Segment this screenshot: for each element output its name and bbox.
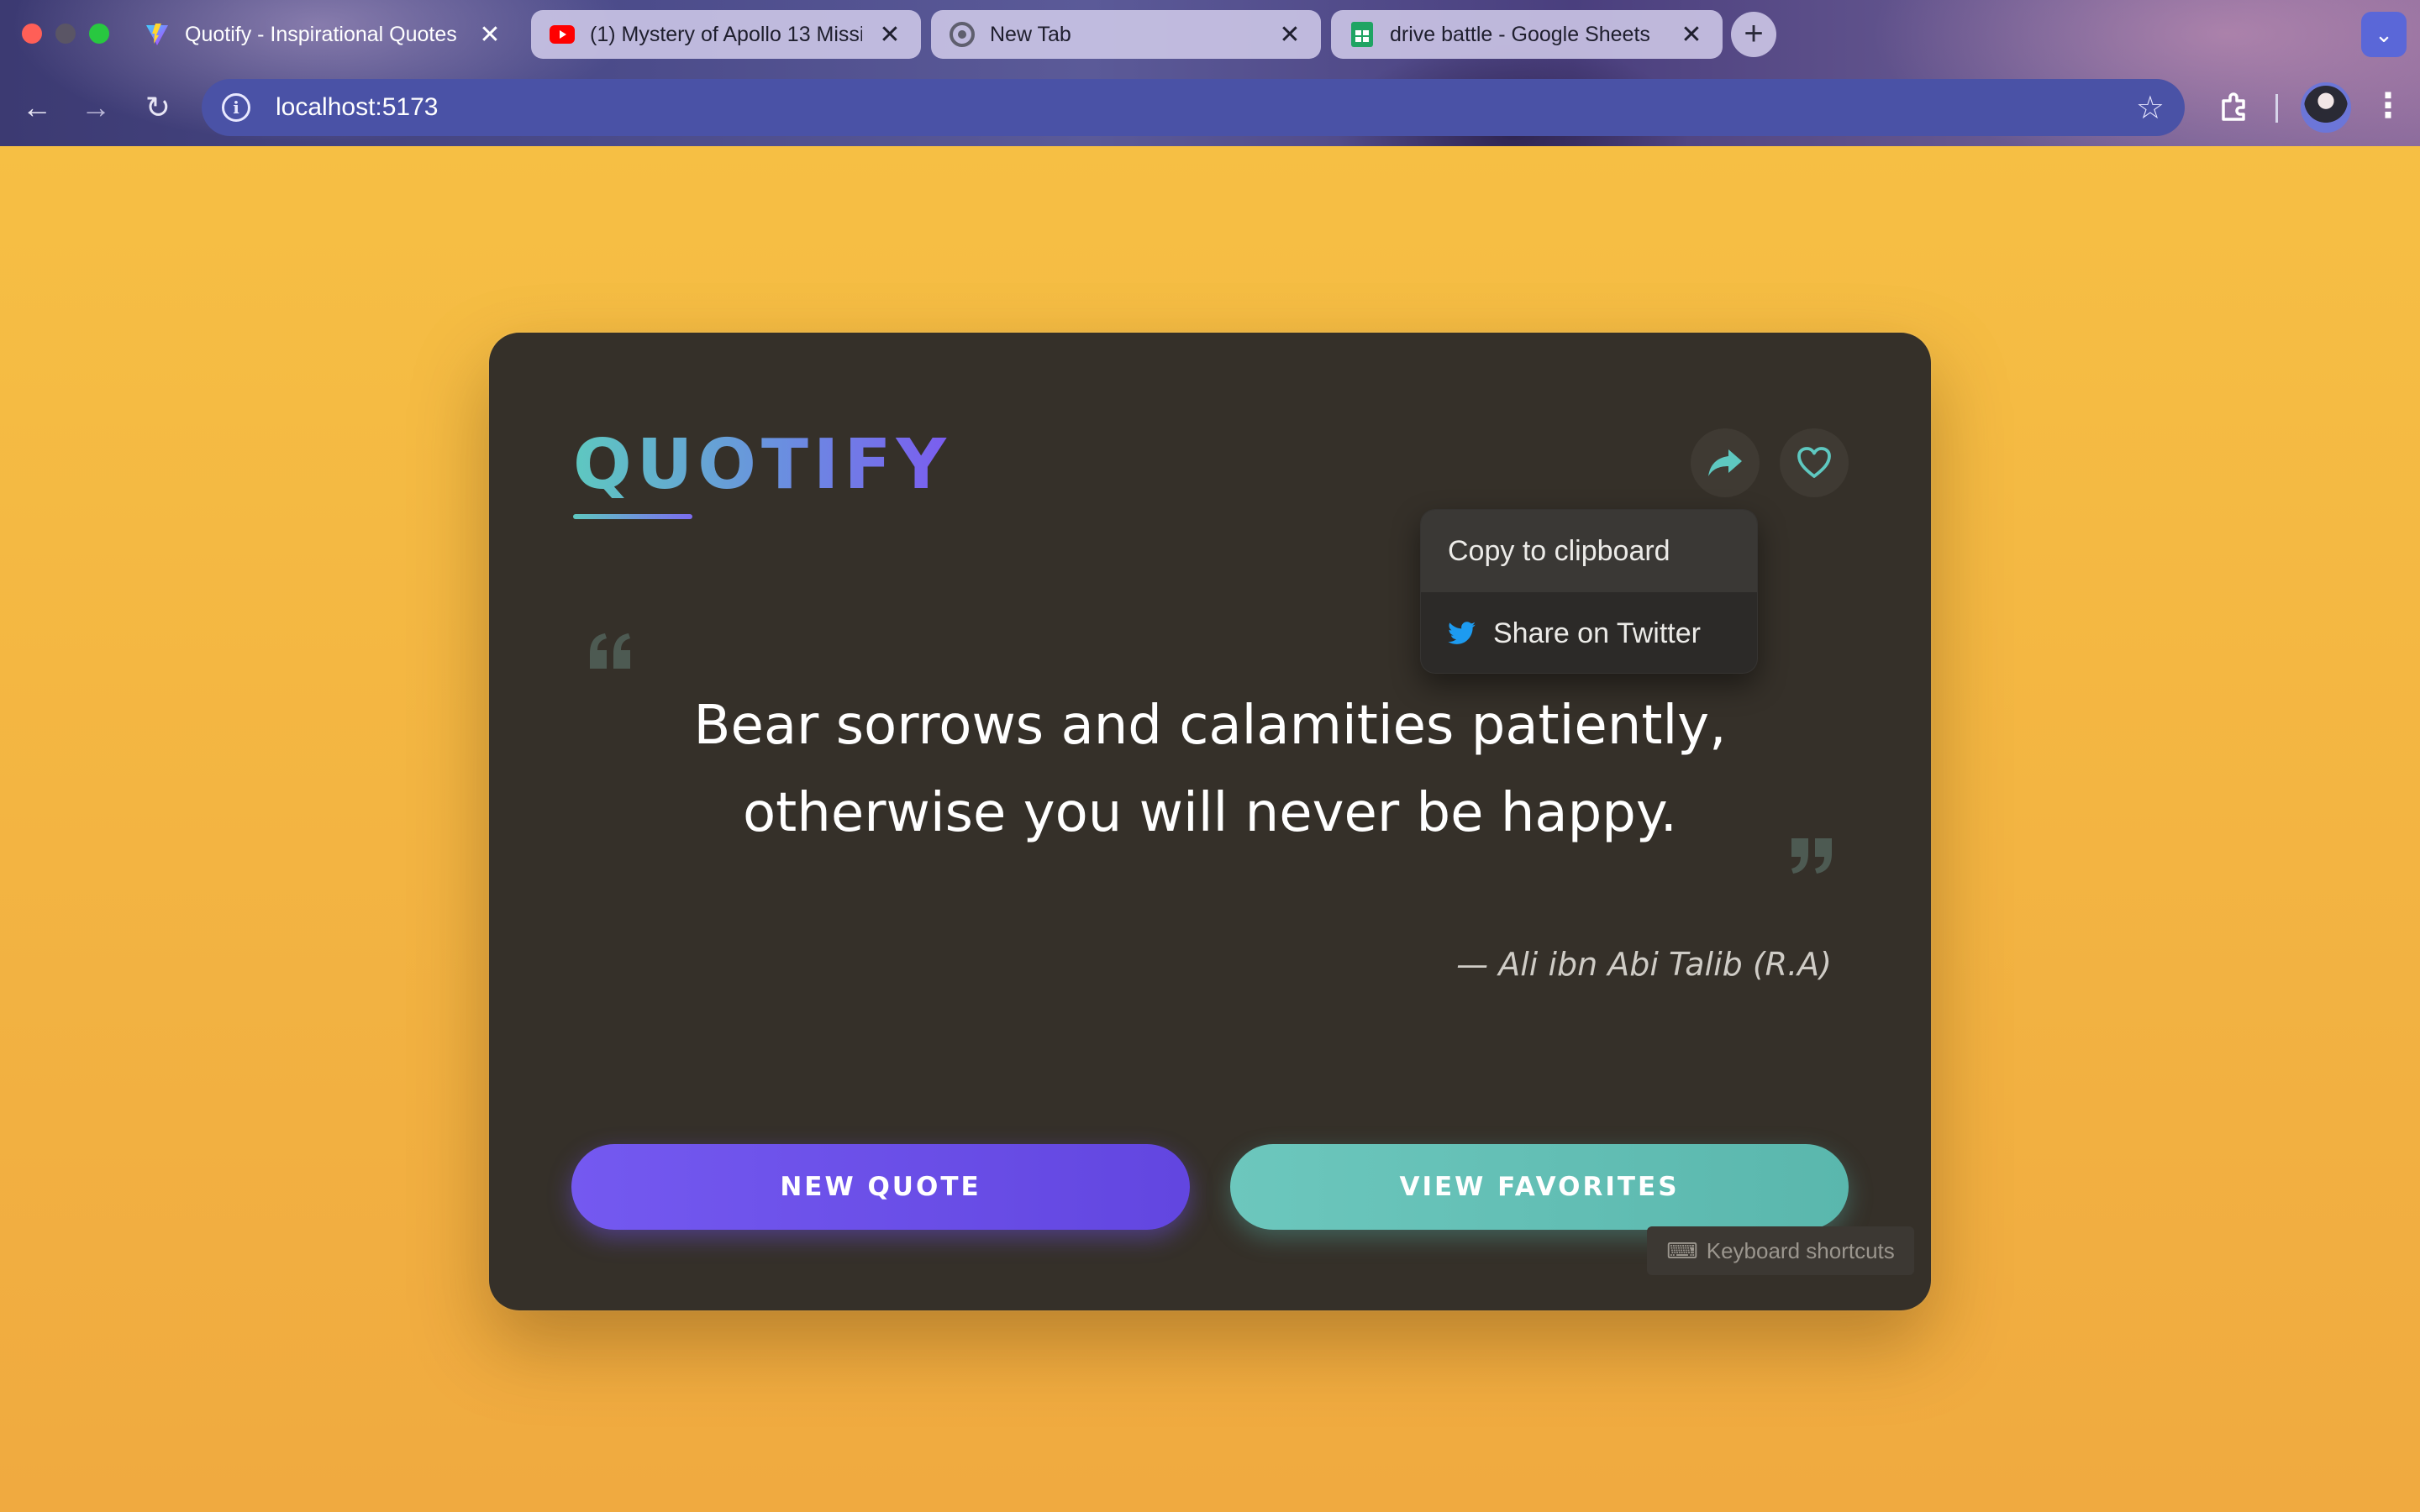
- tab-new-tab[interactable]: New Tab ✕: [931, 10, 1321, 59]
- tab-youtube[interactable]: (1) Mystery of Apollo 13 Missi ✕: [531, 10, 921, 59]
- page-background: QUOTIFY Copy to clipboard Share on Twitt…: [0, 146, 2420, 1512]
- quote-author: — Ali ibn Abi Talib (R.A): [1456, 946, 1832, 983]
- share-button[interactable]: [1691, 428, 1760, 497]
- sheets-icon: [1349, 22, 1375, 47]
- browser-menu-icon[interactable]: ⋮: [2371, 87, 2405, 128]
- new-tab-button[interactable]: +: [1731, 12, 1776, 57]
- tab-google-sheets[interactable]: drive battle - Google Sheets ✕: [1331, 10, 1723, 59]
- share-on-twitter-item[interactable]: Share on Twitter: [1421, 592, 1757, 673]
- tab-close-icon[interactable]: ✕: [477, 20, 502, 50]
- url-text[interactable]: localhost:5173: [276, 93, 2136, 122]
- browser-chrome: Quotify - Inspirational Quotes ✕ (1) Mys…: [0, 0, 2420, 146]
- share-icon: [1708, 449, 1742, 476]
- chrome-icon: [950, 22, 975, 47]
- address-bar[interactable]: i localhost:5173 ☆: [202, 79, 2185, 136]
- window-close-button[interactable]: [22, 24, 42, 44]
- new-quote-button[interactable]: NEW QUOTE: [571, 1144, 1190, 1230]
- window-minimize-button[interactable]: [55, 24, 76, 44]
- share-menu: Copy to clipboard Share on Twitter: [1420, 509, 1758, 674]
- tab-title: (1) Mystery of Apollo 13 Missi: [590, 22, 862, 46]
- keyboard-icon: ⌨: [1666, 1237, 1698, 1263]
- tab-close-icon[interactable]: ✕: [877, 20, 902, 50]
- extensions-icon[interactable]: [2215, 87, 2255, 128]
- keyboard-shortcuts-label: Keyboard shortcuts: [1706, 1237, 1895, 1263]
- bookmark-star-icon[interactable]: ☆: [2136, 89, 2165, 127]
- open-quote-icon: [590, 633, 630, 669]
- tab-close-icon[interactable]: ✕: [1679, 20, 1704, 50]
- keyboard-shortcuts-hint[interactable]: ⌨ Keyboard shortcuts: [1647, 1226, 1914, 1275]
- reload-button[interactable]: ↻: [138, 87, 178, 128]
- forward-button[interactable]: →: [76, 87, 116, 128]
- copy-to-clipboard-label: Copy to clipboard: [1448, 534, 1670, 567]
- tab-title: drive battle - Google Sheets: [1390, 22, 1650, 46]
- share-on-twitter-label: Share on Twitter: [1493, 617, 1701, 649]
- copy-to-clipboard-item[interactable]: Copy to clipboard: [1421, 510, 1757, 592]
- tab-quotify[interactable]: Quotify - Inspirational Quotes ✕: [126, 10, 521, 59]
- heart-icon: [1797, 447, 1831, 478]
- site-info-icon[interactable]: i: [222, 93, 250, 122]
- toolbar-divider: [2275, 94, 2278, 123]
- tab-title: Quotify - Inspirational Quotes: [185, 22, 457, 46]
- twitter-icon: [1448, 622, 1476, 644]
- app-logo: QUOTIFY: [573, 425, 951, 505]
- tab-close-icon[interactable]: ✕: [1277, 20, 1302, 50]
- vite-icon: [145, 22, 170, 47]
- logo-underline: [573, 514, 692, 519]
- back-button[interactable]: ←: [17, 87, 57, 128]
- window-zoom-button[interactable]: [89, 24, 109, 44]
- tab-search-button[interactable]: ⌄: [2361, 12, 2407, 57]
- favorite-button[interactable]: [1780, 428, 1849, 497]
- quote-card: QUOTIFY Copy to clipboard Share on Twitt…: [489, 333, 1931, 1310]
- quote-text: Bear sorrows and calamities patiently, o…: [693, 695, 1727, 844]
- profile-avatar[interactable]: [2301, 82, 2351, 133]
- youtube-icon: [550, 22, 575, 47]
- tab-title: New Tab: [990, 22, 1071, 46]
- view-favorites-button[interactable]: VIEW FAVORITES: [1230, 1144, 1849, 1230]
